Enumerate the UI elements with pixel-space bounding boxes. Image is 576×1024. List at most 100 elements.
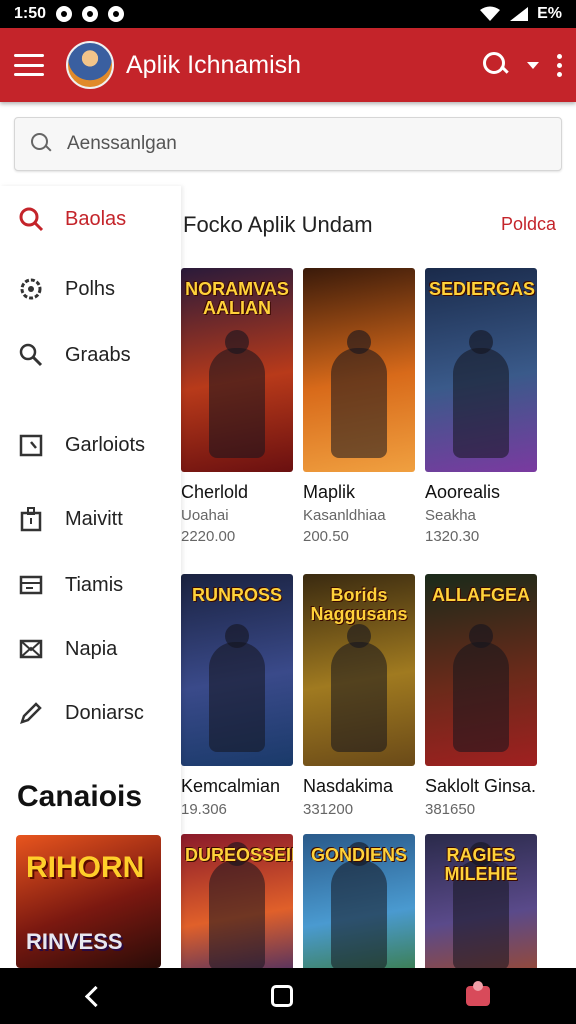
game-name: Maplik (303, 482, 356, 502)
character-figure (209, 330, 265, 458)
calendar-icon (18, 432, 44, 458)
envelope-icon (18, 636, 44, 662)
drawer-item-label: Graabs (65, 343, 131, 366)
notification-icon (56, 6, 73, 22)
drawer-item-label: Garloiots (65, 433, 146, 456)
featured-game-card[interactable]: RIHORN RINVESS (16, 835, 161, 968)
game-card[interactable]: Maplik Kasanldhiaa 200.50 (303, 268, 415, 545)
game-card[interactable]: DUREOSSEIBE (181, 834, 293, 968)
game-name: Aoorealis (425, 482, 501, 502)
section-title: Focko Aplik Undam (183, 212, 373, 237)
game-catalog: Focko Aplik Undam Poldca NORAMVAS AALIAN… (181, 186, 576, 968)
game-poster[interactable]: DUREOSSEIBE (181, 834, 293, 968)
poster-title: RUNROSS (191, 585, 282, 605)
game-name: Kemcalmian (181, 776, 281, 796)
app-title: Aplik Ichnamish (126, 50, 302, 79)
search-bar[interactable] (14, 117, 562, 171)
poster-title: DUREOSSEIBE (185, 845, 293, 865)
featured-game-title: RIHORN (26, 851, 145, 884)
game-poster[interactable]: SEDIERGAS (425, 268, 537, 472)
game-poster[interactable] (303, 268, 415, 472)
game-poster[interactable]: Borids Naggusans (303, 574, 415, 766)
drawer-item-label: Polhs (65, 277, 116, 300)
search-icon (31, 133, 53, 155)
game-card[interactable]: ALLAFGEA Saklolt Ginsa. 381650 (425, 574, 537, 818)
status-time: 1:50 (14, 5, 47, 22)
game-poster[interactable]: GONDIENS (303, 834, 415, 968)
drawer-item-doniarsc[interactable]: Doniarsc (18, 700, 144, 726)
game-poster[interactable]: ALLAFGEA (425, 574, 537, 766)
poster-title: RAGIES MILEHIE (444, 845, 518, 884)
more-options-icon[interactable] (557, 53, 562, 77)
drawer-item-label: Doniarsc (65, 701, 144, 724)
search-icon[interactable] (483, 52, 509, 78)
avatar[interactable] (66, 41, 114, 89)
wifi-icon (480, 6, 501, 21)
menu-icon[interactable] (14, 54, 44, 76)
game-name: Nasdakima (303, 776, 394, 796)
game-card[interactable]: RUNROSS Kemcalmian 19.306 (181, 574, 293, 818)
signal-icon (510, 7, 529, 21)
game-poster[interactable]: NORAMVAS AALIAN (181, 268, 293, 472)
character-figure (453, 330, 509, 458)
card-icon (18, 572, 44, 598)
chevron-down-icon[interactable] (527, 61, 539, 69)
zoom-icon (18, 342, 44, 368)
gear-icon (18, 276, 44, 302)
game-poster[interactable]: RAGIES MILEHIE (425, 834, 537, 968)
drawer-item-polhs[interactable]: Polhs (18, 276, 115, 302)
poster-title: SEDIERGAS (429, 279, 536, 299)
poster-title: ALLAFGEA (432, 585, 530, 605)
back-icon[interactable] (86, 986, 98, 1006)
game-card[interactable]: Borids Naggusans Nasdakima 331200 (303, 574, 415, 818)
drawer-item-label: Baolas (65, 207, 127, 230)
drawer-item-baolas[interactable]: Baolas (18, 206, 126, 232)
game-number: 331200 (303, 801, 354, 818)
featured-game-subtitle: RINVESS (26, 929, 123, 954)
drawer-item-maivitt[interactable]: Maivitt (18, 506, 123, 532)
pencil-icon (18, 700, 44, 726)
notification-icon (82, 6, 99, 22)
game-subtitle: Uoahai (181, 507, 229, 524)
character-figure (209, 624, 265, 752)
game-number: 200.50 (303, 528, 349, 545)
game-poster[interactable]: RUNROSS (181, 574, 293, 766)
drawer-item-graabs[interactable]: Graabs (18, 342, 131, 368)
section-heading: Canaiois (17, 780, 143, 813)
status-bar: 1:50 E% (0, 0, 576, 28)
drawer-item-label: Napia (65, 637, 118, 660)
notification-icon (108, 6, 125, 22)
drawer-item-garloiots[interactable]: Garloiots (18, 432, 145, 458)
game-name: Saklolt Ginsa. (425, 776, 537, 796)
home-icon[interactable] (270, 985, 293, 1007)
character-figure (331, 842, 387, 968)
character-figure (209, 842, 265, 968)
bag-icon (18, 506, 44, 532)
game-subtitle: Kasanldhiaa (303, 507, 386, 524)
character-figure (453, 624, 509, 752)
game-name: Cherlold (181, 482, 249, 502)
search-input[interactable] (67, 133, 527, 155)
drawer-item-napia[interactable]: Napia (18, 636, 117, 662)
game-subtitle: Seakha (425, 507, 476, 524)
poster-title: Borids Naggusans (310, 585, 408, 624)
system-nav-bar (0, 968, 576, 1024)
game-card[interactable]: RAGIES MILEHIE (425, 834, 537, 968)
drawer-item-tiamis[interactable]: Tiamis (18, 572, 123, 598)
game-card[interactable]: SEDIERGAS Aoorealis Seakha 1320.30 (425, 268, 537, 545)
game-card[interactable]: GONDIENS (303, 834, 415, 968)
game-number: 381650 (425, 801, 476, 818)
character-figure (331, 624, 387, 752)
search-icon (18, 206, 44, 232)
drawer-item-label: Tiamis (65, 573, 124, 596)
game-number: 1320.30 (425, 528, 480, 545)
see-all-link[interactable]: Poldca (501, 214, 556, 235)
character-figure (331, 330, 387, 458)
game-number: 19.306 (181, 801, 227, 818)
poster-title: GONDIENS (310, 845, 407, 865)
app-bar: Aplik Ichnamish (0, 28, 576, 102)
app-switch-icon[interactable] (465, 981, 490, 1006)
game-card[interactable]: NORAMVAS AALIAN Cherlold Uoahai 2220.00 (181, 268, 293, 545)
battery-text: E% (537, 5, 562, 22)
poster-title: NORAMVAS AALIAN (185, 279, 289, 318)
